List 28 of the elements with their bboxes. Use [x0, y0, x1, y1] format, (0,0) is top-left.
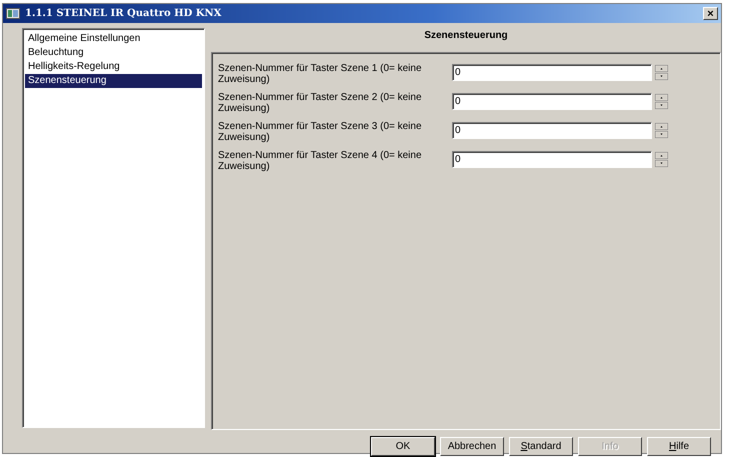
parameter-label: Szenen-Nummer für Taster Szene 2 (0= keine Zuweisung) [218, 92, 423, 114]
spin-up-button[interactable] [655, 65, 668, 72]
spin-down-button[interactable] [655, 131, 668, 138]
dialog-button[interactable]: Hilfe [647, 437, 711, 456]
dialog-button[interactable]: Abbrechen [440, 437, 504, 456]
number-field[interactable]: 0 [452, 151, 652, 168]
sidebar-item[interactable]: Szenensteuerung [25, 74, 202, 88]
parameter-label: Szenen-Nummer für Taster Szene 1 (0= keine Zuweisung) [218, 63, 423, 85]
spin-up-button[interactable] [655, 94, 668, 101]
number-field[interactable]: 0 [452, 93, 652, 110]
spin-down-button[interactable] [655, 160, 668, 167]
dialog-button[interactable]: Standard [509, 437, 573, 456]
close-button[interactable]: × [703, 7, 718, 20]
spin-down-button[interactable] [655, 73, 668, 80]
number-field[interactable]: 0 [452, 64, 652, 81]
sidebar-item[interactable]: Allgemeine Einstellungen [25, 32, 202, 46]
sidebar-item[interactable]: Beleuchtung [25, 46, 202, 60]
panel-title: Szenensteuerung [424, 29, 508, 43]
parameter-label: Szenen-Nummer für Taster Szene 4 (0= keine Zuweisung) [218, 150, 423, 172]
spin-up-button[interactable] [655, 123, 668, 130]
spin-up-button[interactable] [655, 152, 668, 159]
parameter-label: Szenen-Nummer für Taster Szene 3 (0= keine Zuweisung) [218, 121, 423, 143]
app-icon [6, 8, 20, 19]
window-title: 1.1.1 STEINEL IR Quattro HD KNX [25, 8, 222, 19]
number-field[interactable]: 0 [452, 122, 652, 139]
dialog-button[interactable]: OK [371, 437, 435, 456]
sidebar-item[interactable]: Helligkeits-Regelung [25, 60, 202, 74]
spin-down-button[interactable] [655, 102, 668, 109]
